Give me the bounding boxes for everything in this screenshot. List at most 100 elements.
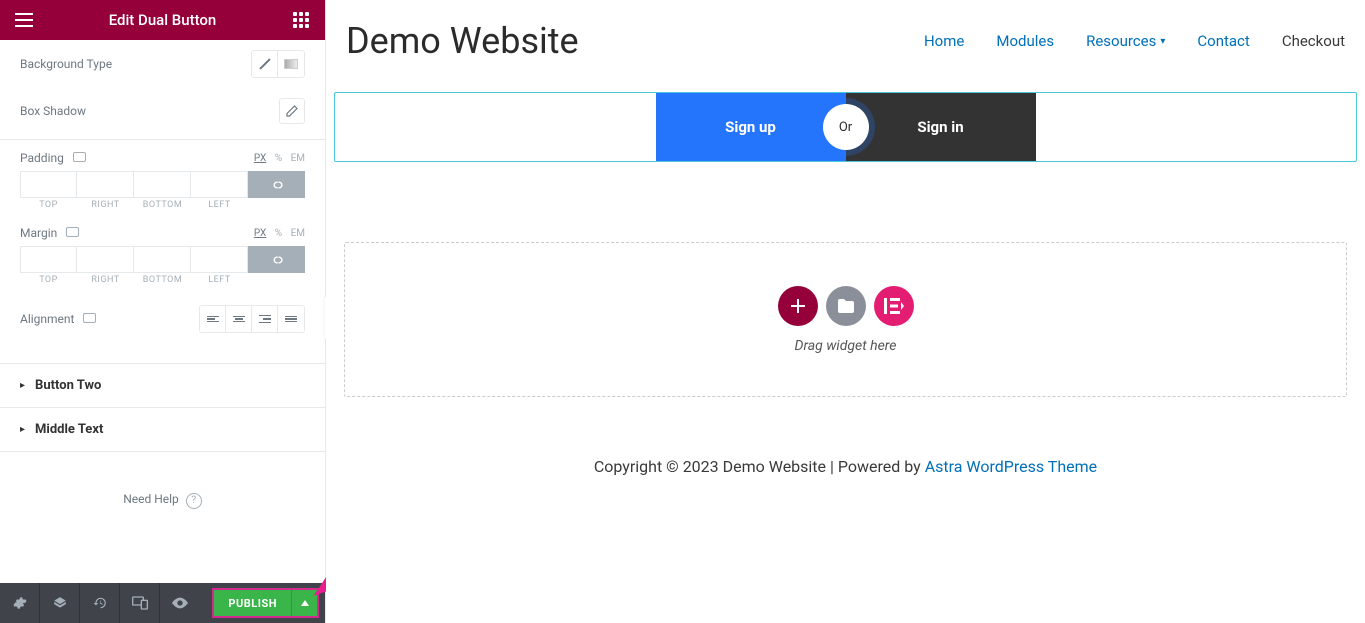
need-help: Need Help ? [0,452,325,539]
align-left-icon [207,315,219,324]
padding-right-input[interactable] [77,171,134,198]
dual-button-two[interactable]: Sign in [846,93,1036,161]
preview-button[interactable] [160,583,200,623]
grid-icon [293,12,309,28]
settings-button[interactable] [0,583,40,623]
dim-right-label: RIGHT [77,200,134,210]
responsive-icon[interactable] [83,313,96,323]
help-icon[interactable]: ? [186,493,202,509]
unit-em[interactable]: EM [291,228,305,239]
unit-px[interactable]: PX [254,153,266,164]
publish-group: PUBLISH [212,588,319,618]
background-classic-option[interactable] [252,51,278,77]
unit-em[interactable]: EM [291,153,305,164]
padding-left-input[interactable] [191,171,248,198]
dim-top-label: TOP [20,275,77,285]
site-header: Demo Website Home Modules Resources ▾ Con… [326,0,1365,92]
ek-icon [884,298,904,314]
history-icon [93,596,107,610]
template-library-button[interactable] [826,286,866,326]
footer-text: Copyright © 2023 Demo Website | Powered … [594,457,925,476]
link-icon [270,253,284,267]
caret-up-icon [301,600,309,606]
margin-top-input[interactable] [20,246,77,273]
responsive-button[interactable] [120,583,160,623]
margin-left-input[interactable] [191,246,248,273]
gradient-icon [284,59,298,69]
unit-percent[interactable]: % [275,228,282,239]
folder-icon [838,299,854,313]
align-right-button[interactable] [252,306,278,332]
divider [0,139,325,140]
publish-button[interactable]: PUBLISH [214,590,291,616]
publish-more-button[interactable] [291,590,317,616]
preview-area: Demo Website Home Modules Resources ▾ Con… [326,0,1365,623]
alignment-label: Alignment [20,312,74,326]
add-section-button[interactable] [778,286,818,326]
dim-bottom-label: BOTTOM [134,275,191,285]
alignment-buttons [199,305,305,333]
unit-percent[interactable]: % [275,153,282,164]
chevron-down-icon: ▾ [1160,36,1165,47]
align-left-button[interactable] [200,306,226,332]
padding-units: PX % EM [248,153,305,164]
site-footer: Copyright © 2023 Demo Website | Powered … [326,397,1365,476]
nav-home[interactable]: Home [924,32,964,50]
link-icon [270,178,284,192]
margin-bottom-input[interactable] [134,246,191,273]
dual-button-separator: Or [823,104,869,150]
layers-icon [53,596,67,610]
nav-resources-label: Resources [1086,32,1156,50]
align-center-icon [233,315,245,324]
background-type-label: Background Type [20,57,112,71]
brush-icon [259,58,270,69]
hamburger-menu-button[interactable] [0,0,48,40]
elementskit-button[interactable] [874,286,914,326]
responsive-icon[interactable] [66,227,79,237]
pencil-icon [286,105,298,117]
widget-dropzone[interactable]: Drag widget here [344,242,1347,397]
align-center-button[interactable] [226,306,252,332]
navigator-button[interactable] [40,583,80,623]
history-button[interactable] [80,583,120,623]
accordion-button-two[interactable]: ▸ Button Two [0,363,325,408]
panel-title: Edit Dual Button [48,11,277,29]
menu-icon [15,13,33,27]
align-justify-button[interactable] [278,306,304,332]
nav-resources[interactable]: Resources ▾ [1086,32,1165,50]
caret-right-icon: ▸ [20,380,25,391]
background-gradient-option[interactable] [278,51,304,77]
padding-top-input[interactable] [20,171,77,198]
dropzone-text: Drag widget here [795,338,897,354]
dim-right-label: RIGHT [77,275,134,285]
margin-link-button[interactable] [248,246,305,273]
dim-bottom-label: BOTTOM [134,200,191,210]
dual-button-widget[interactable]: Sign up Or Sign in [334,92,1357,162]
box-shadow-edit-button[interactable] [279,98,305,124]
accordion-middle-text[interactable]: ▸ Middle Text [0,408,325,452]
nav-checkout[interactable]: Checkout [1282,32,1345,50]
nav-contact[interactable]: Contact [1197,32,1249,50]
elements-grid-button[interactable] [277,0,325,40]
dim-left-label: LEFT [191,275,248,285]
editor-sidebar: Edit Dual Button Background Type Box Sha… [0,0,326,623]
need-help-text: Need Help [123,492,179,506]
box-shadow-label: Box Shadow [20,104,86,118]
eye-icon [172,597,188,609]
margin-label: Margin [20,226,57,240]
dual-button-one[interactable]: Sign up [656,93,846,161]
footer-theme-link[interactable]: Astra WordPress Theme [925,457,1097,476]
site-title: Demo Website [346,20,579,62]
plus-icon [791,299,805,313]
margin-right-input[interactable] [77,246,134,273]
nav-modules[interactable]: Modules [996,32,1054,50]
accordion-label: Button Two [35,378,101,393]
dim-left-label: LEFT [191,200,248,210]
gear-icon [13,596,27,610]
caret-right-icon: ▸ [20,424,25,435]
unit-px[interactable]: PX [254,228,266,239]
padding-link-button[interactable] [248,171,305,198]
padding-bottom-input[interactable] [134,171,191,198]
margin-units: PX % EM [248,228,305,239]
responsive-icon[interactable] [73,152,86,162]
